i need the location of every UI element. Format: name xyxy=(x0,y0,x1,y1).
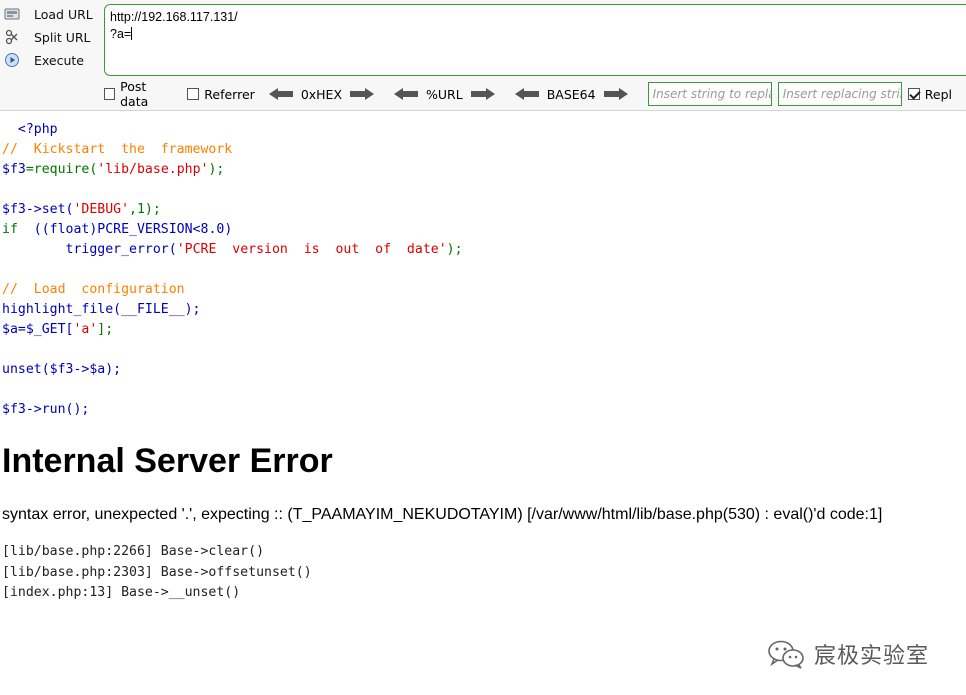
referrer-checkbox[interactable]: Referrer xyxy=(187,87,255,102)
hackbar-panel: Load URL Split URL Execute http://192.16… xyxy=(0,0,966,111)
trace-row: [lib/base.php:2303] Base->offsetunset() xyxy=(2,564,312,580)
referrer-label: Referrer xyxy=(204,86,255,102)
code-condition: ((float)PCRE_VERSION<8.0) xyxy=(17,222,233,237)
code-keyword: if xyxy=(2,222,18,237)
code-blank xyxy=(2,180,463,200)
execute-label: Execute xyxy=(34,52,84,68)
play-icon xyxy=(4,52,20,68)
error-title: Internal Server Error xyxy=(2,442,333,480)
arrow-right-icon[interactable] xyxy=(602,88,628,100)
trace-row: [lib/base.php:2266] Base->clear() xyxy=(2,544,265,559)
code-string: 'a' xyxy=(73,322,98,337)
arrow-left-icon[interactable] xyxy=(394,88,420,100)
load-url-button[interactable]: Load URL xyxy=(4,4,93,24)
code-line: $f3=require('lib/base.php'); xyxy=(2,160,463,180)
base64-label: BASE64 xyxy=(546,86,596,102)
code-comment: // Load configuration xyxy=(2,282,185,297)
watermark-text: 宸极实验室 xyxy=(814,644,930,669)
arrow-left-icon[interactable] xyxy=(268,88,295,100)
code-call: trigger_error( xyxy=(65,242,177,257)
load-url-label: Load URL xyxy=(34,6,93,22)
url-encode-label: %URL xyxy=(426,86,463,102)
code-comment: // Kickstart the framework xyxy=(2,142,233,157)
arrow-right-icon[interactable] xyxy=(348,88,375,100)
split-url-button[interactable]: Split URL xyxy=(4,27,91,47)
php-source: <?php // Kickstart the framework $f3=req… xyxy=(2,120,463,420)
split-url-label: Split URL xyxy=(34,29,91,45)
code-blank xyxy=(2,340,463,360)
code-var: $f3 xyxy=(2,162,26,177)
replace-checkbox[interactable]: Repl xyxy=(907,86,953,102)
url-textarea[interactable]: http://192.168.117.131/ ?a= xyxy=(104,4,966,76)
hex-label: 0xHEX xyxy=(300,86,343,102)
code-line: unset($f3->$a); xyxy=(2,362,122,377)
insert-string-input[interactable]: Insert string to replace xyxy=(647,82,772,106)
code-string: 'DEBUG' xyxy=(73,202,130,217)
code-string: 'lib/base.php' xyxy=(97,162,209,177)
code-line: highlight_file(__FILE__); xyxy=(2,302,201,317)
code-string: 'PCRE version is out of date' xyxy=(176,242,447,257)
code-line: trigger_error('PCRE version is out of da… xyxy=(2,240,463,260)
code-blank xyxy=(2,260,463,280)
code-line: <?php xyxy=(2,120,463,140)
scissors-icon xyxy=(4,29,20,45)
code-get: $a=$_GET[ xyxy=(2,322,74,337)
code-line: $a=$_GET['a']; xyxy=(2,320,463,340)
code-end: ); xyxy=(446,242,463,257)
code-line: $f3->run(); xyxy=(2,402,90,417)
code-blank xyxy=(2,380,463,400)
text-caret xyxy=(131,27,133,40)
code-end: ); xyxy=(208,162,225,177)
code-line: if ((float)PCRE_VERSION<8.0) xyxy=(2,220,463,240)
arrow-right-icon[interactable] xyxy=(469,88,495,100)
url-codec[interactable]: %URL xyxy=(394,87,495,102)
replace-checkbox-box[interactable] xyxy=(907,88,920,100)
hex-codec[interactable]: 0xHEX xyxy=(268,86,375,102)
execute-button[interactable]: Execute xyxy=(4,50,84,70)
code-call: $f3->set( xyxy=(2,202,74,217)
wechat-icon xyxy=(768,640,804,669)
php-open-tag xyxy=(2,122,18,137)
trace-row: [index.php:13] Base->__unset() xyxy=(2,585,241,600)
hackbar-toolbar: Post data Referrer 0xHEX %URL BASE64 Ins… xyxy=(104,79,966,109)
error-message: syntax error, unexpected '.', expecting … xyxy=(2,506,883,523)
arrow-left-icon[interactable] xyxy=(514,88,541,100)
replacing-string-input[interactable]: Insert replacing string xyxy=(777,82,902,106)
replace-label: Repl xyxy=(924,86,953,102)
php-open-tag-text: <?php xyxy=(17,122,58,137)
stack-trace: [lib/base.php:2266] Base->clear() [lib/b… xyxy=(2,542,312,604)
post-data-checkbox[interactable]: Post data xyxy=(104,79,173,109)
base64-codec[interactable]: BASE64 xyxy=(514,86,628,102)
code-op: =require( xyxy=(25,162,98,177)
watermark: 宸极实验室 xyxy=(766,638,929,670)
url-line-1: http://192.168.117.131/ xyxy=(110,10,238,24)
post-data-label: Post data xyxy=(120,79,149,109)
code-line: $f3->set('DEBUG',1); xyxy=(2,200,463,220)
url-line-2-text: ?a= xyxy=(110,27,132,41)
referrer-checkbox-box[interactable] xyxy=(187,88,200,100)
code-end: ]; xyxy=(97,322,114,337)
code-end: ,1); xyxy=(129,202,161,217)
url-line-2: ?a= xyxy=(110,26,966,43)
post-data-checkbox-box[interactable] xyxy=(104,88,116,100)
load-url-icon xyxy=(4,6,20,22)
